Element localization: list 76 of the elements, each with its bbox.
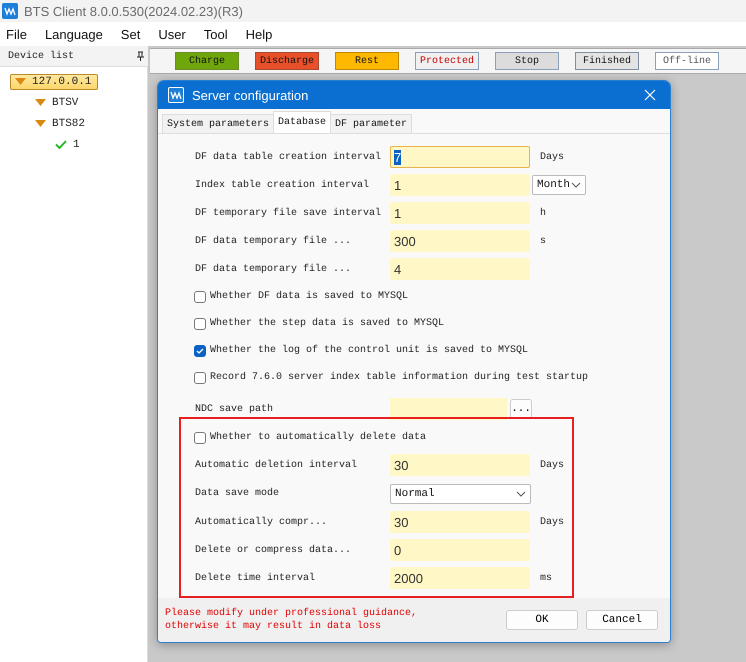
- unit-label: Days: [540, 516, 566, 528]
- unit-label: h: [540, 208, 548, 218]
- triangle-icon: [35, 99, 46, 106]
- checkbox-label: Whether the step data is saved to MYSQL: [210, 318, 444, 329]
- setting-label: Delete time interval: [195, 572, 316, 584]
- triangle-icon: [35, 120, 46, 127]
- dialog-title: Server configuration: [192, 88, 310, 102]
- checkmark-icon: [196, 346, 204, 354]
- status-legend-item: Stop: [495, 52, 559, 70]
- window-title: BTS Client 8.0.0.530(2024.02.23)(R3): [24, 4, 243, 18]
- input-field[interactable]: 1: [390, 174, 530, 196]
- chevron-down-icon: [516, 490, 526, 496]
- input-field[interactable]: 30: [390, 454, 530, 476]
- path-field[interactable]: [390, 398, 508, 420]
- tab[interactable]: Database: [273, 111, 332, 133]
- tab[interactable]: DF parameter: [330, 114, 412, 133]
- status-legend-item: Discharge: [255, 52, 319, 70]
- unit-label: ms: [540, 572, 554, 584]
- checkbox-label: Record 7.6.0 server index table information during test startup: [210, 372, 588, 383]
- status-legend-item: Off-line: [655, 52, 719, 70]
- chevron-down-icon: [571, 182, 581, 188]
- setting-label: DF data table creation interval: [195, 152, 382, 162]
- status-legend-item: Finished: [575, 52, 639, 70]
- checkbox[interactable]: [194, 318, 206, 330]
- setting-label: Delete or compress data...: [195, 544, 352, 556]
- checkbox-label: Whether DF data is saved to MYSQL: [210, 291, 408, 302]
- checkbox-label: Whether the log of the control unit is saved to MYSQL: [210, 345, 528, 356]
- input-field[interactable]: 30: [390, 511, 530, 533]
- menu-item[interactable]: Set: [120, 26, 148, 42]
- menu-item[interactable]: Tool: [204, 26, 236, 42]
- unit-label: Days: [540, 152, 566, 162]
- panel-title: Device list: [8, 50, 74, 62]
- status-legend-item: Charge: [175, 52, 239, 70]
- unit-dropdown[interactable]: Month: [532, 175, 586, 195]
- input-field[interactable]: 1: [390, 202, 530, 224]
- input-field[interactable]: 4: [390, 258, 530, 280]
- checkbox[interactable]: [194, 432, 206, 444]
- check-icon: [55, 140, 67, 149]
- triangle-icon: [15, 78, 26, 85]
- mode-dropdown[interactable]: Normal: [390, 484, 531, 504]
- setting-label: Automatic deletion interval: [195, 460, 358, 470]
- menu-item[interactable]: File: [6, 26, 35, 42]
- tree-item[interactable]: 127.0.0.1: [10, 74, 98, 90]
- checkbox[interactable]: [194, 344, 206, 356]
- menu-item[interactable]: Help: [246, 26, 280, 42]
- input-field[interactable]: 0: [390, 539, 530, 561]
- setting-label: NDC save path: [195, 404, 274, 414]
- menu-item[interactable]: User: [158, 26, 194, 42]
- checkbox[interactable]: [194, 372, 206, 384]
- tree-item[interactable]: 1: [50, 136, 87, 152]
- unit-label: s: [540, 236, 548, 246]
- tree-item[interactable]: BTS82: [30, 116, 92, 132]
- tree-item[interactable]: BTSV: [30, 94, 86, 110]
- setting-label: Data save mode: [195, 488, 280, 499]
- setting-label: DF data temporary file ...: [195, 264, 352, 274]
- tab[interactable]: System parameters: [162, 114, 274, 133]
- cancel-button[interactable]: Cancel: [586, 610, 658, 630]
- close-icon: [644, 89, 656, 101]
- status-legend-item: Protected: [415, 52, 479, 70]
- setting-label: Automatically compr...: [195, 516, 328, 528]
- app-logo-icon: [168, 87, 184, 103]
- ok-button[interactable]: OK: [506, 610, 578, 630]
- pin-icon[interactable]: [137, 51, 144, 61]
- input-field[interactable]: 300: [390, 230, 530, 252]
- browse-button[interactable]: ...: [510, 399, 532, 419]
- checkbox-label: Whether to automatically delete data: [210, 432, 426, 443]
- checkbox[interactable]: [194, 290, 206, 302]
- menu-item[interactable]: Language: [44, 26, 111, 42]
- setting-label: DF data temporary file ...: [195, 236, 352, 246]
- setting-label: Index table creation interval: [195, 180, 370, 190]
- warning-text: Please modify under professional guidance, otherwise it may result in data loss: [165, 607, 418, 633]
- input-field[interactable]: 2000: [390, 567, 530, 589]
- unit-label: Days: [540, 460, 566, 470]
- input-field[interactable]: 7: [390, 146, 530, 168]
- setting-label: DF temporary file save interval: [195, 208, 382, 218]
- status-legend-item: Rest: [335, 52, 399, 70]
